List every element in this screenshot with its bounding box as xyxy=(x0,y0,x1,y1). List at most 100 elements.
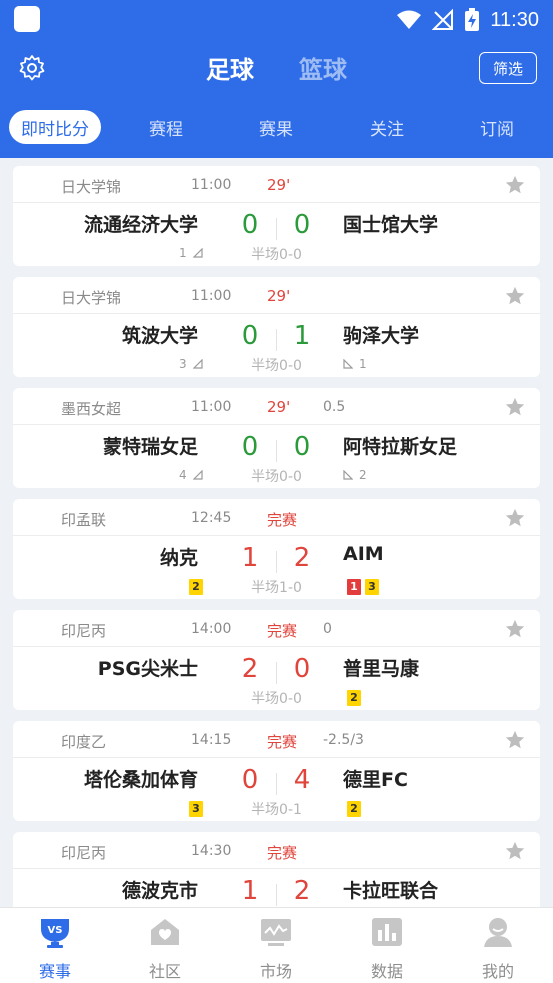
league-name: 印尼丙 xyxy=(61,622,107,640)
app-notification-icon xyxy=(14,6,40,32)
nav-market[interactable]: 市场 xyxy=(221,908,331,983)
tab-following[interactable]: 关注 xyxy=(347,110,427,144)
nav-profile[interactable]: 我的 xyxy=(443,908,553,983)
away-corners: 2 xyxy=(343,468,367,482)
match-card[interactable]: 日大学锦 11:00 29' 筑波大学 0 1 驹泽大学 3 半场0-0 1 xyxy=(13,277,540,377)
match-list: 日大学锦 11:00 29' 流通经济大学 0 0 国士馆大学 1 半场0-0 … xyxy=(0,158,553,907)
away-team: AIM xyxy=(343,543,384,565)
filter-button[interactable]: 筛选 xyxy=(479,52,537,84)
match-header: 印尼丙 14:30 完赛 xyxy=(13,832,540,869)
match-header: 印尼丙 14:00 完赛 0 xyxy=(13,610,540,647)
wifi-icon xyxy=(397,10,422,29)
status-time: 11:30 xyxy=(490,8,539,31)
match-status: 完赛 xyxy=(267,733,298,751)
bottom-nav: VS 赛事 社区 市场 数据 我的 xyxy=(0,907,553,983)
title-bar: 足球 篮球 筛选 xyxy=(0,44,553,92)
star-icon[interactable] xyxy=(504,285,526,307)
home-team: 蒙特瑞女足 xyxy=(102,436,198,458)
star-icon[interactable] xyxy=(504,618,526,640)
away-team: 国士馆大学 xyxy=(343,214,439,236)
score-divider xyxy=(276,329,277,351)
bar-chart-icon xyxy=(372,918,402,946)
nav-label: 数据 xyxy=(370,962,403,981)
match-status: 完赛 xyxy=(267,511,298,529)
match-time: 12:45 xyxy=(191,510,232,526)
tab-basketball[interactable]: 篮球 xyxy=(299,50,347,85)
halftime-score: 半场0-0 xyxy=(251,358,302,374)
away-score: 4 xyxy=(293,765,311,795)
match-status: 29' xyxy=(267,398,291,416)
handicap-odds: 0 xyxy=(323,621,332,637)
home-score: 0 xyxy=(241,765,259,795)
match-card[interactable]: 印孟联 12:45 完赛 纳克 1 2 AIM 2 半场1-0 1 3 xyxy=(13,499,540,599)
star-icon[interactable] xyxy=(504,729,526,751)
tab-live-score[interactable]: 即时比分 xyxy=(9,110,101,144)
match-header: 日大学锦 11:00 29' xyxy=(13,166,540,203)
tab-subscribe[interactable]: 订阅 xyxy=(457,110,537,144)
league-name: 日大学锦 xyxy=(61,289,122,307)
away-team: 阿特拉斯女足 xyxy=(343,436,458,458)
match-time: 11:00 xyxy=(191,288,232,304)
yellow-card-badge: 2 xyxy=(347,801,361,817)
away-score: 1 xyxy=(293,321,311,351)
nav-data[interactable]: 数据 xyxy=(332,908,442,983)
match-card[interactable]: 日大学锦 11:00 29' 流通经济大学 0 0 国士馆大学 1 半场0-0 xyxy=(13,166,540,266)
status-icons: 11:30 xyxy=(396,4,539,36)
star-icon[interactable] xyxy=(504,174,526,196)
match-status: 29' xyxy=(267,176,291,194)
away-score: 0 xyxy=(293,432,311,462)
halftime-score: 半场1-0 xyxy=(251,580,302,596)
away-corner-count: 1 xyxy=(359,357,367,371)
nav-label: 赛事 xyxy=(38,962,71,981)
match-card[interactable]: 印尼丙 14:30 完赛 德波克市 1 2 卡拉旺联合 xyxy=(13,832,540,907)
handicap-odds: 0.5 xyxy=(323,399,346,415)
league-name: 印尼丙 xyxy=(61,844,107,862)
match-status: 29' xyxy=(267,287,291,305)
match-header: 印度乙 14:15 完赛 -2.5/3 xyxy=(13,721,540,758)
handicap-odds: -2.5/3 xyxy=(323,732,364,748)
match-header: 印孟联 12:45 完赛 xyxy=(13,499,540,536)
match-card[interactable]: 印尼丙 14:00 完赛 0 PSG尖米士 2 0 普里马康 半场0-0 2 xyxy=(13,610,540,710)
tab-results[interactable]: 赛果 xyxy=(236,110,316,144)
halftime-score: 半场0-0 xyxy=(251,247,302,263)
league-name: 印度乙 xyxy=(61,733,107,751)
nav-community[interactable]: 社区 xyxy=(110,908,220,983)
no-signal-icon xyxy=(432,9,454,30)
app-header: 11:30 足球 篮球 筛选 即时比分 赛程 赛果 关注 订阅 xyxy=(0,0,553,158)
match-time: 14:30 xyxy=(191,843,232,859)
home-team: 塔伦桑加体育 xyxy=(83,769,198,791)
user-icon xyxy=(484,918,512,947)
star-icon[interactable] xyxy=(504,507,526,529)
corner-flag-icon xyxy=(343,470,353,480)
match-time: 11:00 xyxy=(191,177,232,193)
home-team: PSG尖米士 xyxy=(97,658,198,680)
match-card[interactable]: 墨西女超 11:00 29' 0.5 蒙特瑞女足 0 0 阿特拉斯女足 4 半场… xyxy=(13,388,540,488)
match-status: 完赛 xyxy=(267,622,298,640)
home-team: 德波克市 xyxy=(121,880,198,902)
tab-football[interactable]: 足球 xyxy=(206,50,254,85)
star-icon[interactable] xyxy=(504,840,526,862)
away-team: 卡拉旺联合 xyxy=(343,880,439,902)
away-team: 德里FC xyxy=(343,769,408,791)
nav-label: 市场 xyxy=(259,962,292,981)
star-icon[interactable] xyxy=(504,396,526,418)
home-score: 0 xyxy=(241,432,259,462)
away-corner-count: 2 xyxy=(359,468,367,482)
red-card-badge: 1 xyxy=(347,579,361,595)
league-name: 墨西女超 xyxy=(61,400,122,418)
tab-schedule[interactable]: 赛程 xyxy=(126,110,206,144)
away-team: 驹泽大学 xyxy=(343,325,420,347)
home-score: 0 xyxy=(241,321,259,351)
home-team: 纳克 xyxy=(159,547,198,569)
match-header: 日大学锦 11:00 29' xyxy=(13,277,540,314)
away-score: 0 xyxy=(293,654,311,684)
score-divider xyxy=(276,440,277,462)
match-card[interactable]: 印度乙 14:15 完赛 -2.5/3 塔伦桑加体育 0 4 德里FC 3 半场… xyxy=(13,721,540,821)
nav-events[interactable]: VS 赛事 xyxy=(0,908,110,983)
battery-charging-icon xyxy=(465,8,480,31)
svg-text:VS: VS xyxy=(48,925,63,936)
score-divider xyxy=(276,884,277,906)
match-time: 14:15 xyxy=(191,732,232,748)
sub-tabs: 即时比分 赛程 赛果 关注 订阅 xyxy=(0,108,553,148)
match-time: 14:00 xyxy=(191,621,232,637)
